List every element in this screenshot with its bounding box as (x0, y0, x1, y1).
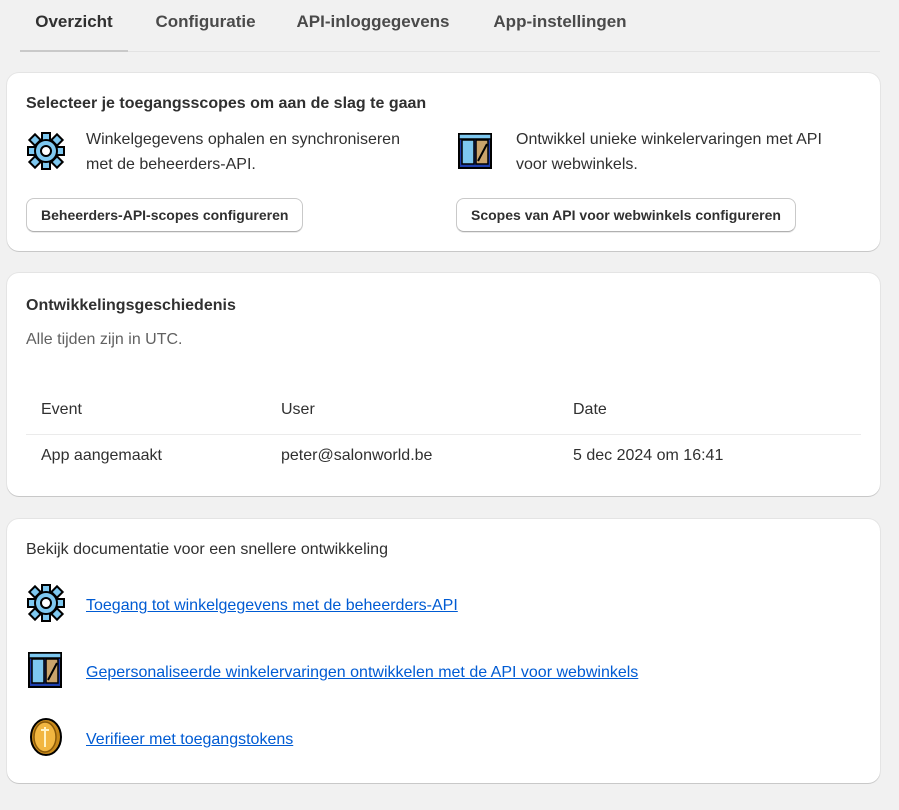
tab-app-instellingen[interactable]: App-instellingen (475, 0, 645, 52)
access-tokens-docs-link[interactable]: Verifieer met toegangstokens (86, 731, 293, 749)
storefront-icon (28, 652, 62, 688)
row-event: App aangemaakt (41, 447, 162, 464)
history-card-subtitle: Alle tijden zijn in UTC. (26, 331, 183, 348)
configure-storefront-api-scopes-button[interactable]: Scopes van API voor webwinkels configure… (456, 198, 796, 232)
row-date: 5 dec 2024 om 16:41 (573, 447, 724, 464)
admin-api-description: Winkelgegevens ophalen en synchroniseren… (86, 131, 400, 173)
tab-bar: Overzicht Configuratie API-inloggegevens… (20, 0, 880, 52)
history-card: Ontwikkelingsgeschiedenis Alle tijden zi… (7, 273, 880, 496)
docs-card-title: Bekijk documentatie voor een snellere on… (26, 541, 388, 558)
configure-admin-api-scopes-button[interactable]: Beheerders-API-scopes configureren (26, 198, 304, 232)
scopes-card-title: Selecteer je toegangsscopes om aan de sl… (26, 95, 427, 112)
table-row: App aangemaakt peter@salonworld.be 5 dec… (26, 435, 861, 481)
row-user: peter@salonworld.be (281, 447, 433, 464)
tab-api-inloggegevens[interactable]: API-inloggegevens (283, 0, 463, 52)
scopes-card: Selecteer je toegangsscopes om aan de sl… (7, 73, 880, 251)
gear-icon (27, 132, 65, 170)
tab-overzicht[interactable]: Overzicht (20, 0, 128, 52)
history-table-header: Event User Date (26, 389, 861, 435)
column-header-user: User (281, 401, 315, 418)
storefront-icon (458, 133, 492, 169)
storefront-api-description: Ontwikkel unieke winkelervaringen met AP… (516, 131, 822, 173)
gear-icon (27, 584, 65, 622)
tab-configuratie[interactable]: Configuratie (143, 0, 268, 52)
history-card-title: Ontwikkelingsgeschiedenis (26, 297, 236, 314)
token-coin-icon (30, 718, 62, 756)
column-header-date: Date (573, 401, 607, 418)
column-header-event: Event (41, 401, 82, 418)
admin-api-docs-link[interactable]: Toegang tot winkelgegevens met de beheer… (86, 597, 458, 615)
docs-card: Bekijk documentatie voor een snellere on… (7, 519, 880, 783)
storefront-api-docs-link[interactable]: Gepersonaliseerde winkelervaringen ontwi… (86, 664, 638, 682)
